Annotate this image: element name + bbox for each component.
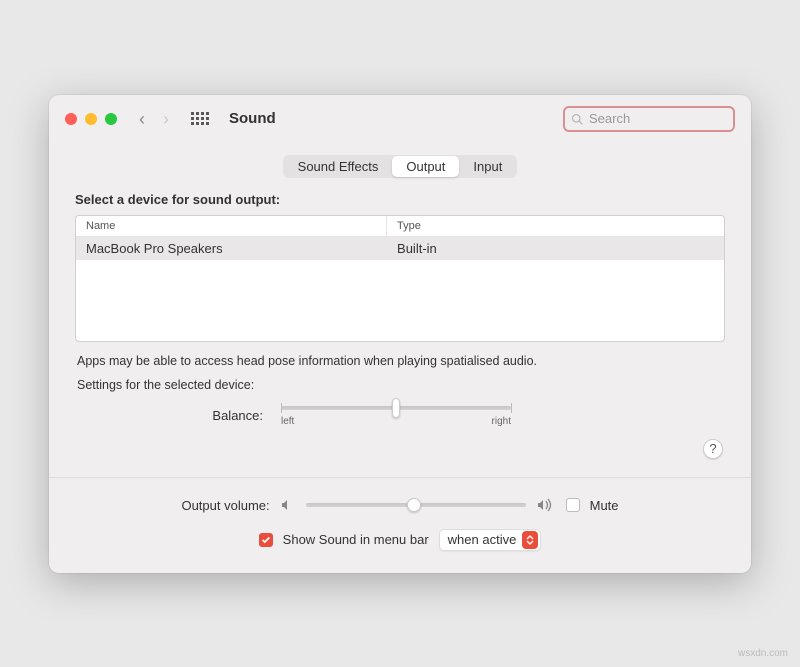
column-name[interactable]: Name [76, 216, 387, 236]
window-title: Sound [229, 110, 276, 127]
speaker-low-icon [280, 498, 296, 512]
column-type[interactable]: Type [387, 216, 724, 236]
titlebar: ‹ › Sound Search [49, 95, 751, 143]
forward-button: › [163, 110, 169, 128]
table-header: Name Type [76, 216, 724, 237]
device-type: Built-in [387, 237, 724, 260]
content: Select a device for sound output: Name T… [49, 192, 751, 477]
head-pose-hint: Apps may be able to access head pose inf… [77, 354, 723, 368]
window-controls [65, 113, 117, 125]
show-all-icon[interactable] [191, 112, 209, 125]
tab-sound-effects[interactable]: Sound Effects [284, 156, 393, 177]
updown-arrows-icon [522, 531, 538, 549]
balance-right-label: right [492, 416, 511, 427]
watermark: wsxdn.com [738, 648, 788, 659]
device-table: Name Type MacBook Pro Speakers Built-in [75, 215, 725, 342]
close-window-button[interactable] [65, 113, 77, 125]
mute-label: Mute [590, 498, 619, 513]
divider [49, 477, 751, 478]
balance-slider[interactable]: left right [281, 406, 511, 427]
output-volume-slider[interactable] [306, 503, 526, 507]
dropdown-value: when active [448, 532, 517, 547]
device-name: MacBook Pro Speakers [76, 237, 387, 260]
search-icon [571, 113, 583, 125]
tabs: Sound Effects Output Input [49, 143, 751, 192]
show-in-menubar-checkbox[interactable] [259, 533, 273, 547]
tab-input[interactable]: Input [459, 156, 516, 177]
menubar-condition-dropdown[interactable]: when active [439, 529, 542, 551]
menubar-row: Show Sound in menu bar when active [49, 525, 751, 563]
search-input[interactable]: Search [563, 106, 735, 132]
tab-output[interactable]: Output [392, 156, 459, 177]
back-button[interactable]: ‹ [139, 110, 145, 128]
nav-buttons: ‹ › [139, 110, 169, 128]
settings-label: Settings for the selected device: [77, 378, 723, 392]
zoom-window-button[interactable] [105, 113, 117, 125]
minimize-window-button[interactable] [85, 113, 97, 125]
mute-checkbox[interactable] [566, 498, 580, 512]
output-volume-row: Output volume: Mute [49, 494, 751, 525]
help-button[interactable]: ? [703, 439, 723, 459]
tab-segment: Sound Effects Output Input [283, 155, 518, 178]
volume-thumb[interactable] [407, 498, 421, 512]
table-row[interactable]: MacBook Pro Speakers Built-in [76, 237, 724, 260]
balance-left-label: left [281, 416, 294, 427]
output-volume-label: Output volume: [181, 498, 269, 513]
show-in-menubar-label: Show Sound in menu bar [283, 532, 429, 547]
balance-thumb[interactable] [392, 398, 400, 418]
output-device-section-title: Select a device for sound output: [75, 192, 725, 207]
balance-control: Balance: left right [75, 406, 725, 435]
speaker-high-icon [536, 498, 556, 512]
table-body: MacBook Pro Speakers Built-in [76, 237, 724, 341]
search-placeholder: Search [589, 111, 630, 126]
balance-label: Balance: [85, 406, 263, 423]
sound-preferences-window: ‹ › Sound Search Sound Effects Output In… [49, 95, 751, 573]
